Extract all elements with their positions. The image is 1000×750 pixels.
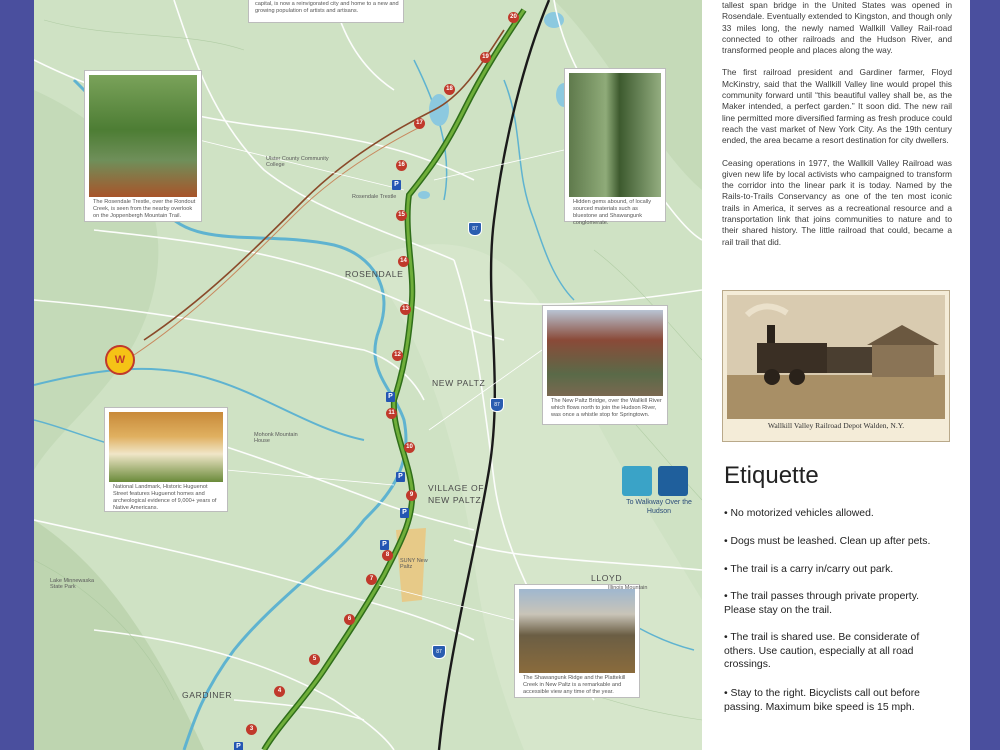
etiquette-rule-5: • The trail is shared use. Be considerat… [724,632,920,670]
interstate-87-shield: 87 [490,398,504,412]
mile-marker-15: 15 [396,210,407,221]
callout-huguenot-street: National Landmark, Historic Huguenot Str… [104,407,228,512]
etiquette-rule-2: • Dogs must be leashed. Clean up after p… [724,536,931,547]
etiquette-rule-4: • The trail passes through private prope… [724,591,920,616]
label-rosendale: ROSENDALE [345,269,404,279]
photo-huguenot-street [109,412,223,482]
caption-huguenot-street: National Landmark, Historic Huguenot Str… [113,484,217,511]
mile-marker-13: 13 [400,304,411,315]
depot-caption: Wallkill Valley Railroad Depot Walden, N… [767,421,905,430]
label-lake-minnewaska: Lake Minnewaska State Park [50,578,95,590]
label-mohonk: Mohonk Mountain House [254,432,298,444]
callout-shawangunk-ridge: The Shawangunk Ridge and the Plattekill … [514,584,640,698]
photo-hidden-gems [569,73,661,197]
history-paragraph-3: Ceasing operations in 1977, the Wallkill… [722,157,952,247]
label-community-college: Ulster County Community College [266,156,329,168]
label-village-line1: VILLAGE OF [428,483,485,493]
railroad-logo-badge: W [105,345,135,375]
label-lloyd: LLOYD [591,573,623,583]
label-illinois-mountain: Illinois Mountain [608,585,648,591]
label-rosendale-trestle: Rosendale Trestle [352,194,397,200]
trail-map: capital, is now a reinvigorated city and… [34,0,702,750]
walkway-text: To Walkway Over the Hudson [626,499,692,515]
caption-rosendale-trestle: The Rosendale Trestle, over the Rondout … [93,199,196,219]
depot-photo-illustration [727,295,945,419]
callout-new-paltz-bridge: The New Paltz Bridge, over the Wallkill … [542,305,668,425]
history-paragraph-1: tallest span bridge in the United States… [722,0,952,56]
parking-icon: P [380,540,389,550]
etiquette-rule-6: • Stay to the right. Bicyclists call out… [724,688,920,713]
callout-rosendale-trestle: The Rosendale Trestle, over the Rondout … [84,70,202,222]
interstate-87-shield: 87 [432,645,446,659]
depot-photo-frame: Wallkill Valley Railroad Depot Walden, N… [722,290,950,442]
mile-marker-12: 12 [392,350,403,361]
callout-hidden-gems: Hidden gems abound, of locally sourced m… [564,68,666,226]
photo-shawangunk-ridge [519,589,635,673]
mile-marker-10: 10 [404,442,415,453]
mile-marker-4: 4 [274,686,285,697]
label-new-paltz: NEW PALTZ [432,378,486,388]
interstate-87-shield: 87 [468,222,482,236]
parking-icon: P [396,472,405,482]
history-paragraph-2: The first railroad president and Gardine… [722,67,952,146]
mile-marker-17: 17 [414,118,425,129]
mile-marker-6: 6 [344,614,355,625]
mile-marker-14: 14 [398,256,409,267]
bridge-icon [622,466,652,496]
info-panel: tallest span bridge in the United States… [702,0,970,750]
etiquette-rule-1: • No motorized vehicles allowed. [724,508,874,519]
mile-marker-19: 19 [480,52,491,63]
walkway-logo-icon [658,466,688,496]
label-suny: SUNY New Paltz [400,558,428,570]
top-callout-text: capital, is now a reinvigorated city and… [255,1,399,14]
caption-shawangunk-ridge: The Shawangunk Ridge and the Plattekill … [523,675,626,695]
top-callout: capital, is now a reinvigorated city and… [248,0,404,23]
caption-new-paltz-bridge: The New Paltz Bridge, over the Wallkill … [551,398,662,418]
walkway-over-hudson[interactable]: To Walkway Over the Hudson [622,466,696,526]
parking-icon: P [234,742,243,750]
history-text: tallest span bridge in the United States… [722,0,952,259]
mile-marker-7: 7 [366,574,377,585]
left-border [0,0,34,750]
parking-icon: P [386,392,395,402]
mile-marker-8: 8 [382,550,393,561]
etiquette-title: Etiquette [724,462,819,489]
photo-rosendale-trestle [89,75,197,197]
label-gardiner: GARDINER [182,690,233,700]
photo-new-paltz-bridge [547,310,663,396]
depot-photo [727,295,945,419]
mile-marker-9: 9 [406,490,417,501]
label-village-line2: NEW PALTZ [428,495,482,505]
right-border [970,0,1000,750]
mile-marker-11: 11 [386,408,397,419]
mile-marker-20: 20 [508,12,519,23]
etiquette-rule-3: • The trail is a carry in/carry out park… [724,564,894,575]
mile-marker-3: 3 [246,724,257,735]
parking-icon: P [400,508,409,518]
mile-marker-18: 18 [444,84,455,95]
mile-marker-5: 5 [309,654,320,665]
mile-marker-16: 16 [396,160,407,171]
parking-icon: P [392,180,401,190]
caption-hidden-gems: Hidden gems abound, of locally sourced m… [573,199,652,226]
